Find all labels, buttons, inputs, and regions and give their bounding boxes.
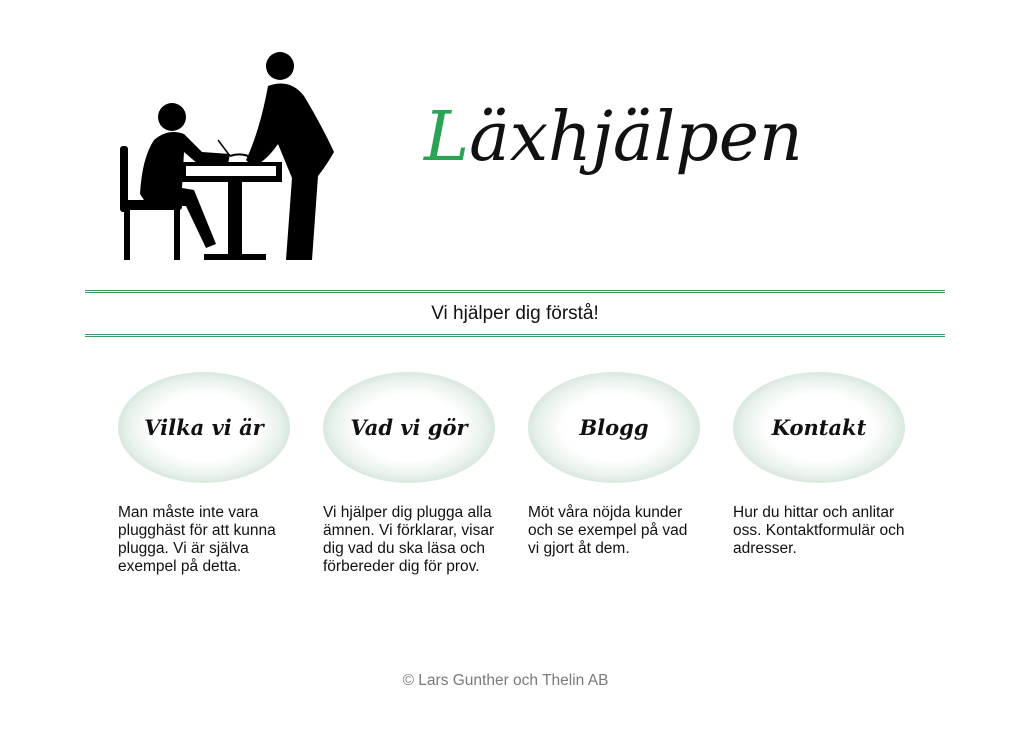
nav-description: Vi hjälper dig plugga alla ämnen. Vi för… — [323, 504, 495, 575]
bottom-divider — [85, 334, 945, 337]
nav-button-vad-vi-gor[interactable]: Vad vi gör — [323, 372, 495, 483]
nav-column-vad-vi-gor: Vad vi gör Vi hjälper dig plugga alla äm… — [323, 372, 495, 576]
nav-column-vilka-vi-ar: Vilka vi är Man måste inte vara plugghäs… — [118, 372, 290, 576]
tagline: Vi hjälper dig förstå! — [431, 303, 599, 324]
nav-description: Man måste inte vara plugghäst för att ku… — [118, 504, 276, 575]
nav-column-blogg: Blogg Möt våra nöjda kunder och se exemp… — [528, 372, 700, 558]
student-and-teacher-logo-icon — [120, 52, 334, 261]
nav-button-blogg[interactable]: Blogg — [528, 372, 700, 483]
nav-button-vilka-vi-ar[interactable]: Vilka vi är — [118, 372, 290, 483]
site-title: Läxhjälpen — [424, 104, 803, 172]
nav-description: Hur du hittar och anlitar oss. Kontaktfo… — [733, 504, 905, 557]
site-title-initial: L — [424, 98, 470, 177]
nav-button-label: Vilka vi är — [144, 415, 264, 440]
site-title-rest: äxhjälpen — [469, 98, 803, 177]
nav-button-label: Blogg — [579, 415, 649, 440]
nav-column-kontakt: Kontakt Hur du hittar och anlitar oss. K… — [733, 372, 905, 558]
top-divider — [85, 290, 945, 293]
nav-button-label: Kontakt — [771, 415, 867, 440]
nav-description: Möt våra nöjda kunder och se exempel på … — [528, 504, 688, 557]
footer-copyright: © Lars Gunther och Thelin AB — [402, 672, 609, 689]
nav-button-kontakt[interactable]: Kontakt — [733, 372, 905, 483]
nav-button-label: Vad vi gör — [350, 415, 468, 440]
